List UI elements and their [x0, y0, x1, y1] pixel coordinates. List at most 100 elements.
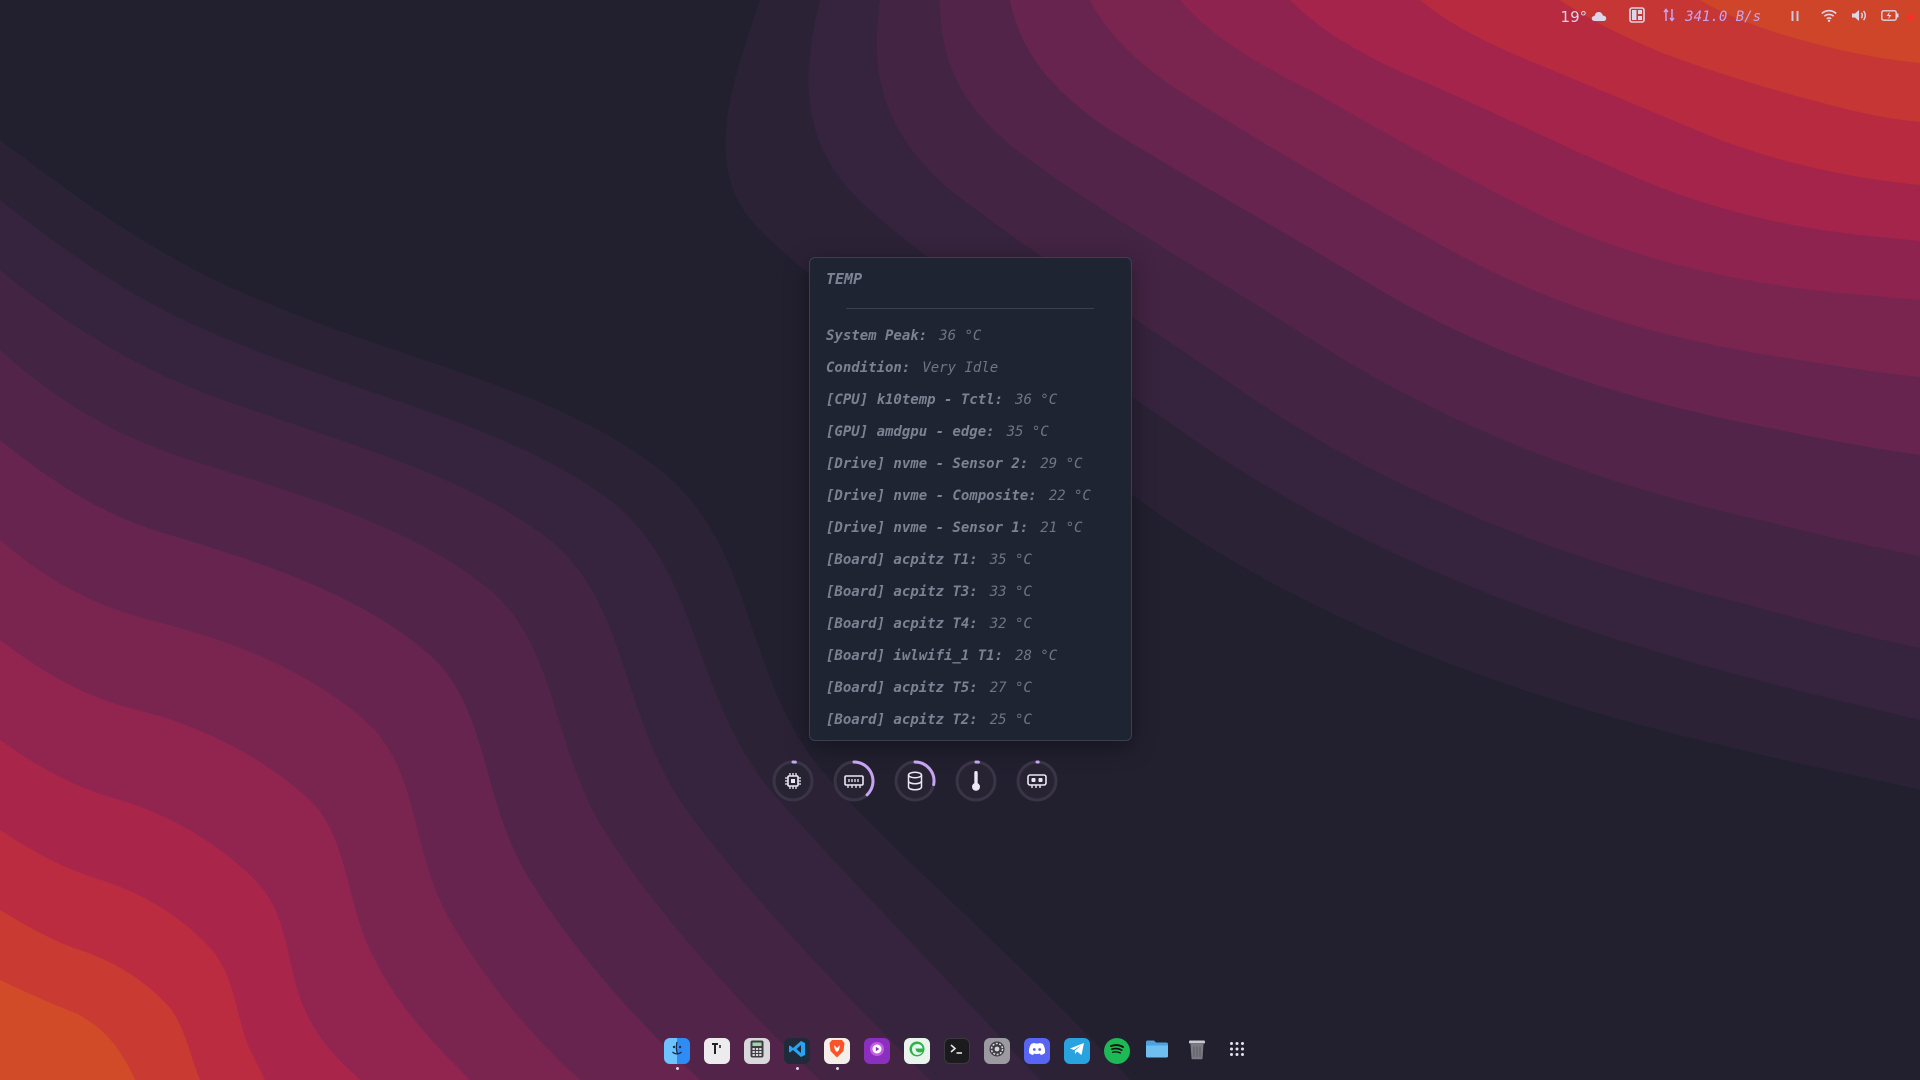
temp-row-value: 33 °C [989, 584, 1032, 600]
temp-row-label: [Board] acpitz T1: [826, 552, 978, 568]
temp-row-condition: Condition: Very Idle [826, 359, 1091, 391]
battery-button[interactable] [1881, 0, 1899, 34]
temp-row-label: Condition: [826, 360, 911, 376]
telegram-icon [1069, 1042, 1085, 1060]
temp-row-nvme-composite: [Drive] nvme - Composite: 22 °C [826, 487, 1091, 519]
network-speed-indicator[interactable]: 341.0 B/s [1663, 0, 1761, 34]
pause-icon [1791, 10, 1799, 24]
settings-gear-icon [988, 1040, 1006, 1062]
temp-row-value: 29 °C [1040, 456, 1083, 472]
dock-discord[interactable] [1024, 1038, 1050, 1064]
running-indicator [795, 1067, 799, 1070]
trash-icon [1188, 1038, 1206, 1064]
memory-usage-ring[interactable] [832, 759, 876, 803]
dock-calculator[interactable] [744, 1038, 770, 1064]
temp-row-acpitz-t2: [Board] acpitz T2: 25 °C [826, 711, 1091, 743]
calculator-icon [749, 1040, 765, 1062]
dock [664, 1038, 1250, 1070]
finder-icon [668, 1040, 686, 1062]
temp-popup: TEMP System Peak: 36 °C Condition: Very Id… [809, 257, 1132, 741]
temp-popup-title: TEMP [826, 270, 863, 288]
temperature-ring[interactable] [954, 759, 998, 803]
temp-row-cpu-tctl: [CPU] k10temp - Tctl: 36 °C [826, 391, 1091, 423]
temp-row-system-peak: System Peak: 36 °C [826, 327, 1091, 359]
cpu-usage-ring[interactable] [771, 759, 815, 803]
temp-row-value: 35 °C [989, 552, 1032, 568]
record-dot-icon [1907, 13, 1914, 21]
temp-sensor-list: System Peak: 36 °C Condition: Very Idle [C… [826, 327, 1091, 743]
temp-row-gpu-edge: [GPU] amdgpu - edge: 35 °C [826, 423, 1091, 455]
edge-icon [908, 1040, 926, 1062]
disk-usage-ring[interactable] [893, 759, 937, 803]
temp-row-value: 32 °C [989, 616, 1032, 632]
up-down-arrows-icon [1663, 8, 1675, 26]
temp-row-iwlwifi-t1: [Board] iwlwifi_1 T1: 28 °C [826, 647, 1091, 679]
dock-typora[interactable] [704, 1038, 730, 1064]
weather-temp: 19° [1560, 8, 1588, 26]
window-layout-icon [1629, 7, 1645, 27]
temp-row-label: [GPU] amdgpu - edge: [826, 424, 995, 440]
temp-popup-divider [846, 308, 1094, 309]
dock-app-grid[interactable] [1224, 1038, 1250, 1064]
dock-spotify[interactable] [1104, 1038, 1130, 1064]
volume-icon [1851, 9, 1867, 26]
temp-row-acpitz-t3: [Board] acpitz T3: 33 °C [826, 583, 1091, 615]
running-indicator [835, 1067, 839, 1070]
temp-row-nvme-sensor2: [Drive] nvme - Sensor 2: 29 °C [826, 455, 1091, 487]
wifi-icon [1821, 9, 1837, 26]
temp-row-label: [Board] iwlwifi_1 T1: [826, 648, 1004, 664]
dock-finder[interactable] [664, 1038, 690, 1070]
vscode-icon [788, 1040, 806, 1062]
temp-row-value: 36 °C [1015, 392, 1058, 408]
temp-row-value: 25 °C [989, 712, 1032, 728]
temp-row-value: 28 °C [1015, 648, 1058, 664]
temp-row-nvme-sensor1: [Drive] nvme - Sensor 1: 21 °C [826, 519, 1091, 551]
wifi-button[interactable] [1821, 0, 1837, 34]
temp-row-value: 36 °C [939, 328, 982, 344]
dock-celluloid[interactable] [864, 1038, 890, 1064]
terminal-icon [949, 1042, 965, 1060]
gpu-usage-ring[interactable] [1015, 759, 1059, 803]
temp-row-acpitz-t1: [Board] acpitz T1: 35 °C [826, 551, 1091, 583]
temp-row-value: 35 °C [1006, 424, 1049, 440]
dock-telegram[interactable] [1064, 1038, 1090, 1064]
temp-row-value: 22 °C [1048, 488, 1091, 504]
dock-trash[interactable] [1184, 1038, 1210, 1064]
desktop: 19° 341.0 B/s TEMP System Peak: 36 °C Co… [0, 0, 1920, 1080]
app-grid-icon [1229, 1041, 1245, 1061]
discord-icon [1028, 1042, 1046, 1060]
layout-switcher-button[interactable] [1629, 0, 1645, 34]
media-pause-button[interactable] [1791, 0, 1799, 34]
temp-row-value: 21 °C [1040, 520, 1083, 536]
temp-row-label: [Drive] nvme - Composite: [826, 488, 1037, 504]
media-player-icon [869, 1041, 885, 1061]
brave-icon [828, 1039, 846, 1063]
dock-brave[interactable] [824, 1038, 850, 1070]
dock-settings[interactable] [984, 1038, 1010, 1064]
spotify-icon [1109, 1042, 1125, 1060]
network-speed-value: 341.0 B/s [1685, 9, 1761, 25]
temp-row-label: [CPU] k10temp - Tctl: [826, 392, 1004, 408]
folder-icon [1145, 1039, 1169, 1063]
weather-indicator[interactable]: 19° [1561, 0, 1608, 34]
dock-edge[interactable] [904, 1038, 930, 1064]
top-bar: 19° 341.0 B/s [1561, 0, 1920, 34]
temp-row-label: System Peak: [826, 328, 928, 344]
temp-row-label: [Board] acpitz T5: [826, 680, 978, 696]
temp-row-acpitz-t4: [Board] acpitz T4: 32 °C [826, 615, 1091, 647]
dock-files[interactable] [1144, 1038, 1170, 1064]
temp-row-label: [Drive] nvme - Sensor 2: [826, 456, 1029, 472]
dock-vscode[interactable] [784, 1038, 810, 1070]
temp-row-value: Very Idle [922, 360, 999, 376]
running-indicator [675, 1067, 679, 1070]
temp-row-label: [Drive] nvme - Sensor 1: [826, 520, 1029, 536]
dock-terminal[interactable] [944, 1038, 970, 1064]
temp-row-value: 27 °C [989, 680, 1032, 696]
temp-row-acpitz-t5: [Board] acpitz T5: 27 °C [826, 679, 1091, 711]
cloud-icon [1591, 8, 1607, 26]
temp-row-label: [Board] acpitz T4: [826, 616, 978, 632]
recording-indicator[interactable] [1907, 0, 1920, 34]
volume-button[interactable] [1851, 0, 1867, 34]
temp-row-label: [Board] acpitz T3: [826, 584, 978, 600]
system-monitor-widgets [771, 759, 1059, 803]
